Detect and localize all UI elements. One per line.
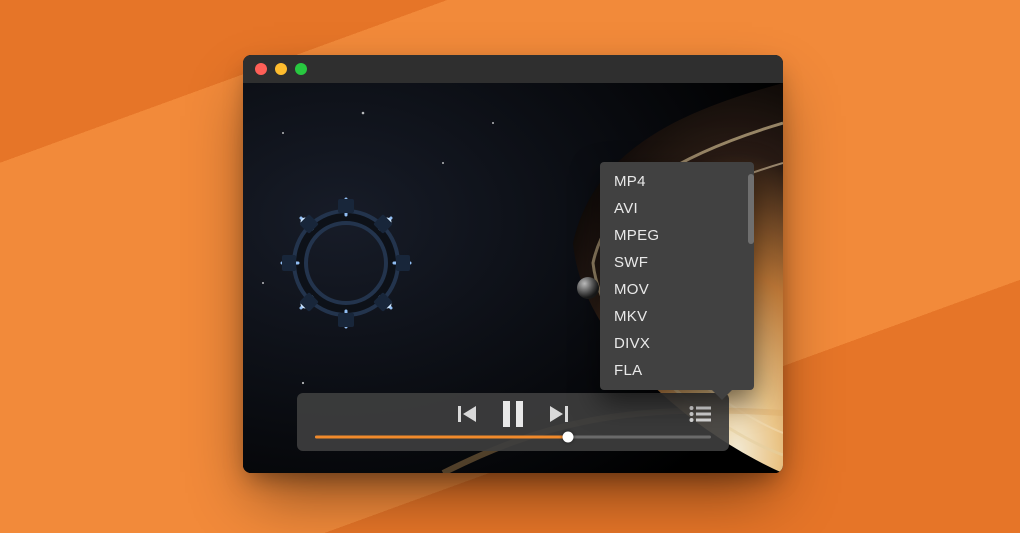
format-item[interactable]: SWF: [600, 249, 750, 276]
window-titlebar: [243, 55, 783, 83]
format-item[interactable]: DIVX: [600, 330, 750, 357]
next-track-button[interactable]: [548, 405, 568, 423]
formats-list: MP4 AVI MPEG SWF MOV MKV DIVX FLA: [600, 162, 754, 390]
popover-scrollbar[interactable]: [748, 170, 754, 382]
zoom-icon[interactable]: [295, 63, 307, 75]
pause-button[interactable]: [502, 401, 524, 427]
player-window: MP4 AVI MPEG SWF MOV MKV DIVX FLA: [243, 55, 783, 473]
format-item[interactable]: MPEG: [600, 222, 750, 249]
format-item[interactable]: AVI: [600, 195, 750, 222]
format-item[interactable]: FLA: [600, 357, 750, 384]
minimize-icon[interactable]: [275, 63, 287, 75]
playlist-button[interactable]: [689, 406, 711, 422]
popover-scrollbar-thumb[interactable]: [748, 174, 754, 244]
close-icon[interactable]: [255, 63, 267, 75]
format-item[interactable]: MP4: [600, 168, 750, 195]
progress-bar[interactable]: [315, 434, 711, 440]
format-item[interactable]: MOV: [600, 276, 750, 303]
formats-popover: MP4 AVI MPEG SWF MOV MKV DIVX FLA: [600, 162, 754, 390]
format-item[interactable]: MKV: [600, 303, 750, 330]
progress-thumb[interactable]: [563, 432, 574, 443]
previous-track-button[interactable]: [458, 405, 478, 423]
progress-fill: [315, 436, 568, 439]
playback-controls: [297, 393, 729, 451]
